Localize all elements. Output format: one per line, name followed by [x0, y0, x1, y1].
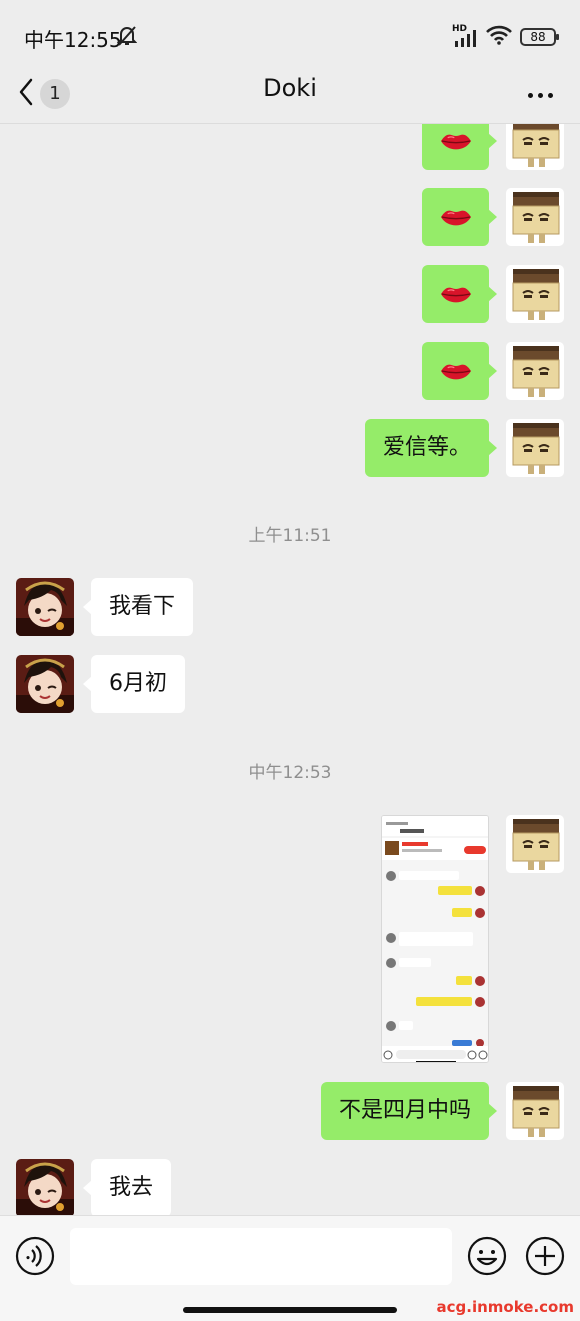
more-dots-icon — [527, 92, 533, 98]
lips-emoji — [439, 207, 473, 227]
screenshot-image-message[interactable] — [381, 815, 489, 1063]
signal-icon: HD — [452, 24, 478, 48]
avatar[interactable] — [16, 1159, 74, 1215]
emoji-button[interactable] — [467, 1236, 507, 1276]
message-bubble[interactable]: 不是四月中吗 — [320, 1082, 498, 1140]
message-list[interactable]: 爱信等。 上午11:51 我看下 6月初 中午12:53 不是四月中吗 我去 — [0, 124, 580, 1215]
message-timestamp: 上午11:51 — [248, 526, 332, 546]
battery-indicator: 88 — [520, 28, 559, 46]
avatar[interactable] — [16, 655, 74, 713]
chat-header: 1 Doki — [0, 66, 580, 124]
input-bar: acg.inmoke.com — [0, 1215, 580, 1321]
home-indicator — [183, 1307, 397, 1313]
lips-emoji — [439, 361, 473, 381]
watermark: acg.inmoke.com — [436, 1298, 574, 1316]
avatar[interactable] — [506, 815, 564, 873]
bell-off-icon — [116, 25, 138, 51]
message-bubble[interactable]: 6月初 — [83, 655, 185, 713]
voice-button[interactable] — [15, 1236, 55, 1276]
network-label: HD — [452, 24, 468, 34]
avatar[interactable] — [506, 419, 564, 477]
avatar[interactable] — [506, 265, 564, 323]
avatar[interactable] — [506, 188, 564, 246]
message-bubble[interactable] — [422, 188, 497, 246]
lips-emoji — [439, 284, 473, 304]
message-bubble[interactable]: 爱信等。 — [364, 419, 498, 477]
status-time: 中午12:55 — [24, 28, 122, 52]
status-icons: HD 88 — [452, 24, 559, 50]
message-bubble[interactable]: 我看下 — [82, 578, 194, 636]
screenshot-thumbnail — [382, 816, 488, 1062]
message-input[interactable] — [70, 1228, 452, 1285]
voice-icon — [15, 1236, 55, 1280]
message-timestamp: 中午12:53 — [248, 763, 332, 783]
wifi-icon — [486, 25, 512, 49]
plus-icon — [525, 1236, 565, 1280]
avatar[interactable] — [506, 124, 564, 170]
lips-emoji — [439, 131, 473, 151]
avatar[interactable] — [506, 342, 564, 400]
more-button[interactable] — [520, 78, 560, 112]
avatar[interactable] — [16, 578, 74, 636]
avatar[interactable] — [506, 1082, 564, 1140]
more-functions-button[interactable] — [525, 1236, 565, 1276]
status-bar: 中午12:55 HD 88 — [0, 0, 580, 66]
message-bubble[interactable] — [422, 265, 497, 323]
message-bubble[interactable] — [422, 124, 497, 170]
message-bubble[interactable]: 我去 — [82, 1159, 172, 1215]
chat-title: Doki — [263, 74, 317, 102]
emoji-icon — [467, 1236, 507, 1280]
message-bubble[interactable] — [422, 342, 497, 400]
